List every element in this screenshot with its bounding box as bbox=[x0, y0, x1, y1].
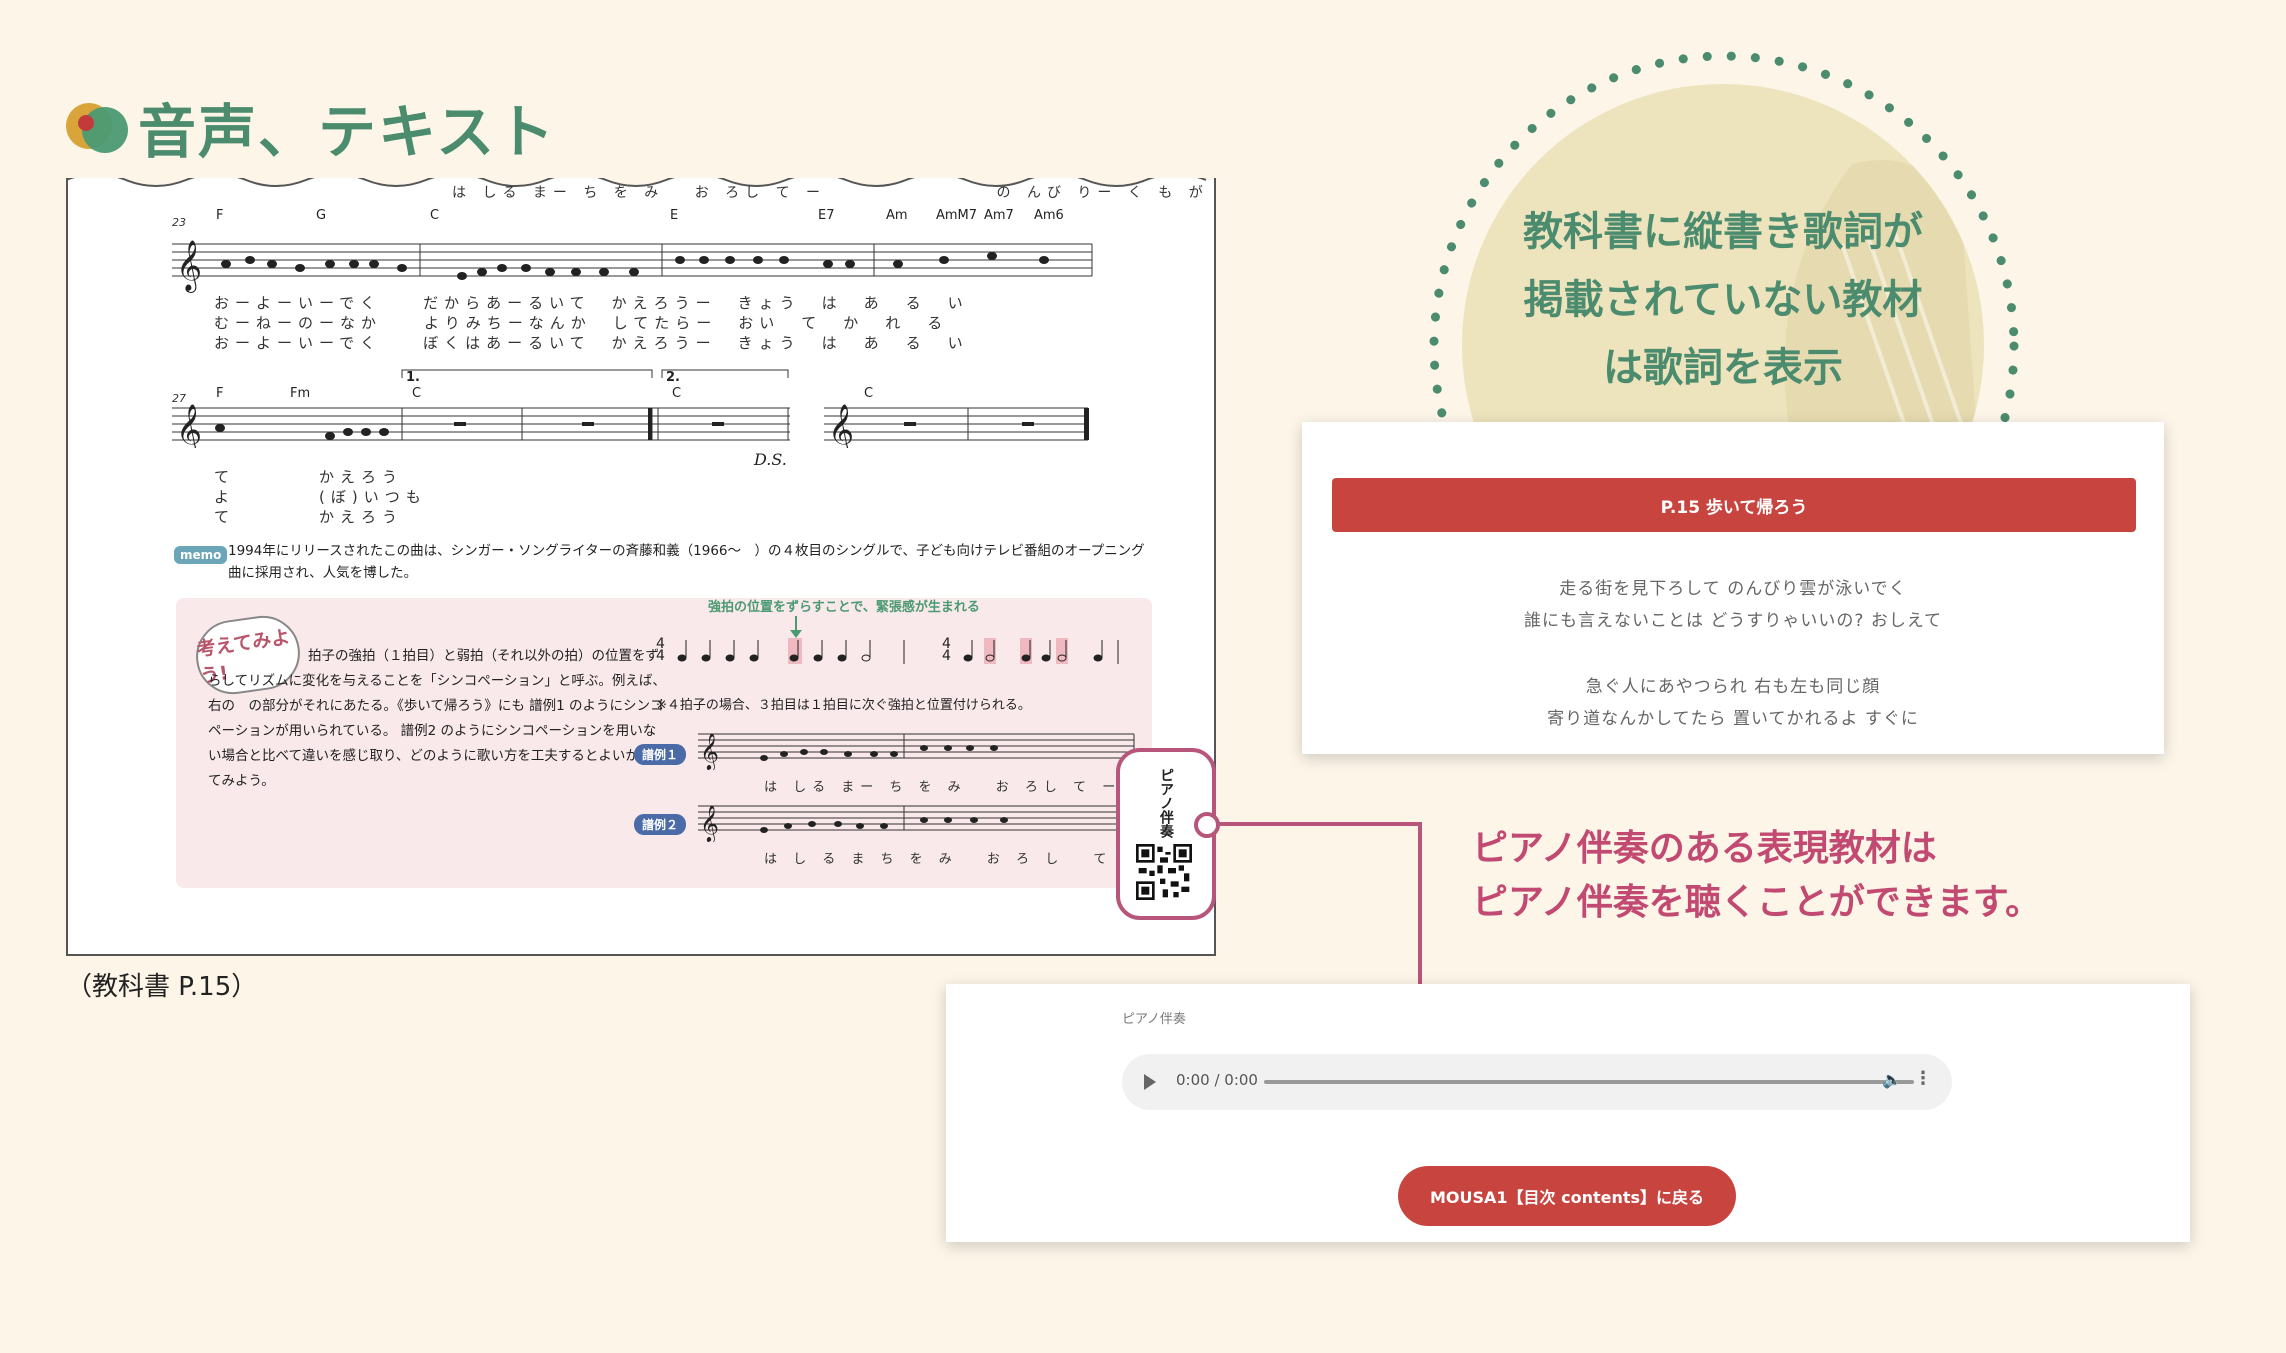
progress-track[interactable] bbox=[1264, 1080, 1914, 1084]
audio-label: ピアノ伴奏 bbox=[1122, 1012, 1186, 1027]
textbook-page: は しる まー ち を み お ろし て ー の んび りー く も が 23 … bbox=[66, 178, 1216, 956]
chord: G bbox=[316, 208, 327, 223]
lyrics-callout-line: 掲載されていない教材 bbox=[1523, 277, 1923, 323]
top-lyrics: は しる まー ち を み お ろし て ー の んび りー く も が bbox=[452, 185, 1209, 201]
svg-text:4: 4 bbox=[942, 636, 951, 652]
chord: AmM7 bbox=[936, 208, 978, 223]
lyrics-header[interactable]: P.15 歩いて帰ろう bbox=[1332, 478, 2136, 532]
connector-line bbox=[1208, 822, 1422, 826]
example-2-staff: 𝄞 bbox=[698, 804, 1135, 842]
lyrics-callout-line: 教科書に縦書き歌詞が bbox=[1523, 209, 1923, 255]
lyrics-verse-2: よ (ぼ)いつも bbox=[214, 488, 427, 506]
example-1-staff: 𝄞 bbox=[698, 732, 1135, 770]
lyrics-verse-2: むーねーのーなか よりみちーなんか してたらー おい て か れ る bbox=[214, 314, 949, 332]
think-text: 拍子の強拍（１拍目）と弱拍（それ以外の拍）の位置をずらしてリズムに変化を与えるこ… bbox=[208, 648, 666, 789]
back-to-contents-button[interactable]: MOUSA1【目次 contents】に戻る bbox=[1398, 1166, 1736, 1226]
memo-text: 1994年にリリースされたこの曲は、シンガー・ソングライターの斉藤和義（1966… bbox=[228, 543, 1145, 581]
lyrics-callout-line: は歌詞を表示 bbox=[1603, 345, 1843, 391]
audio-screen: ピアノ伴奏 0:00 / 0:00 🔈 ⋮ MOUSA1【目次 contents… bbox=[946, 984, 2190, 1242]
chord: Am6 bbox=[1034, 208, 1064, 223]
svg-text:𝄞: 𝄞 bbox=[176, 404, 202, 448]
lyric-line: 走る街を見下ろして のんびり雲が泳いでく bbox=[1559, 579, 1907, 599]
page-title: 音声、テキスト bbox=[138, 98, 557, 166]
music-staff: 𝄞 bbox=[172, 240, 1093, 293]
chord: E7 bbox=[818, 208, 835, 223]
lyric-line: 急ぐ人にあやつられ 右も左も同じ顔 bbox=[1585, 677, 1881, 697]
lyrics-verse-1: おーよーいーでく だからあーるいて かえろうー きょう は あ る い bbox=[214, 294, 969, 312]
chord: Am bbox=[886, 208, 908, 223]
lyrics-verse-3: て かえろう bbox=[214, 508, 404, 526]
beat-note: ※４拍子の場合、３拍目は１拍目に次ぐ強拍と位置付けられる。 bbox=[656, 698, 1031, 713]
lyric-line: 寄り道なんかしてたら 置いてかれるよ すぐに bbox=[1547, 709, 1919, 729]
svg-text:𝄞: 𝄞 bbox=[700, 732, 719, 770]
qr-code-icon[interactable] bbox=[1136, 844, 1192, 900]
chord: F bbox=[216, 208, 224, 223]
chord: C bbox=[430, 208, 440, 223]
example-1-badge: 譜例１ bbox=[634, 744, 687, 765]
title-dots-icon bbox=[66, 99, 128, 155]
page-header: 音声、テキスト bbox=[66, 92, 556, 166]
lyrics-callout: 教科書に縦書き歌詞が 掲載されていない教材 は歌詞を表示 bbox=[1480, 198, 1966, 402]
piano-callout-line: ピアノ伴奏のある表現教材は bbox=[1472, 828, 1937, 869]
connector-dot bbox=[1194, 812, 1220, 838]
svg-text:𝄞: 𝄞 bbox=[176, 240, 202, 293]
lyrics-verse-1: て かえろう bbox=[214, 468, 404, 486]
example-2-badge: 譜例２ bbox=[634, 814, 687, 835]
more-options-icon[interactable]: ⋮ bbox=[1914, 1068, 1932, 1089]
textbook-caption: （教科書 P.15） bbox=[66, 972, 258, 1002]
chord: Am7 bbox=[984, 208, 1014, 223]
chord: E bbox=[670, 208, 679, 223]
piano-callout-line: ピアノ伴奏を聴くことができます。 bbox=[1472, 882, 2042, 923]
example-2-lyrics: は し る ま ち を み お ろ し て bbox=[764, 852, 1113, 867]
svg-text:4: 4 bbox=[656, 636, 665, 652]
volume-icon[interactable]: 🔈 bbox=[1882, 1070, 1902, 1089]
memo-badge: memo bbox=[174, 546, 228, 564]
ds-mark: D.S. bbox=[754, 450, 787, 469]
rhythm-example: 44 44 bbox=[656, 616, 1119, 664]
example-1-lyrics: は しる まー ち を み お ろし て ー bbox=[764, 780, 1122, 795]
time-display: 0:00 / 0:00 bbox=[1176, 1071, 1258, 1089]
bar-number: 23 bbox=[172, 216, 186, 229]
svg-text:𝄞: 𝄞 bbox=[828, 404, 854, 448]
lyrics-screen: P.15 歩いて帰ろう 走る街を見下ろして のんびり雲が泳いでく 誰にも言えない… bbox=[1302, 422, 2164, 754]
piano-callout: ピアノ伴奏のある表現教材は ピアノ伴奏を聴くことができます。 bbox=[1472, 822, 2041, 930]
music-staff: 𝄞 𝄞 bbox=[172, 369, 1089, 448]
svg-text:𝄞: 𝄞 bbox=[700, 804, 719, 842]
lyrics-verse-3: おーよーいーでく ぼくはあーるいて かえろうー きょう は あ る い bbox=[214, 334, 969, 352]
play-icon[interactable] bbox=[1144, 1074, 1156, 1090]
audio-player: 0:00 / 0:00 🔈 ⋮ bbox=[1122, 1054, 1952, 1110]
lyric-line: 誰にも言えないことは どうすりゃいいの? おしえて bbox=[1524, 611, 1942, 631]
connector-line bbox=[1418, 822, 1422, 986]
